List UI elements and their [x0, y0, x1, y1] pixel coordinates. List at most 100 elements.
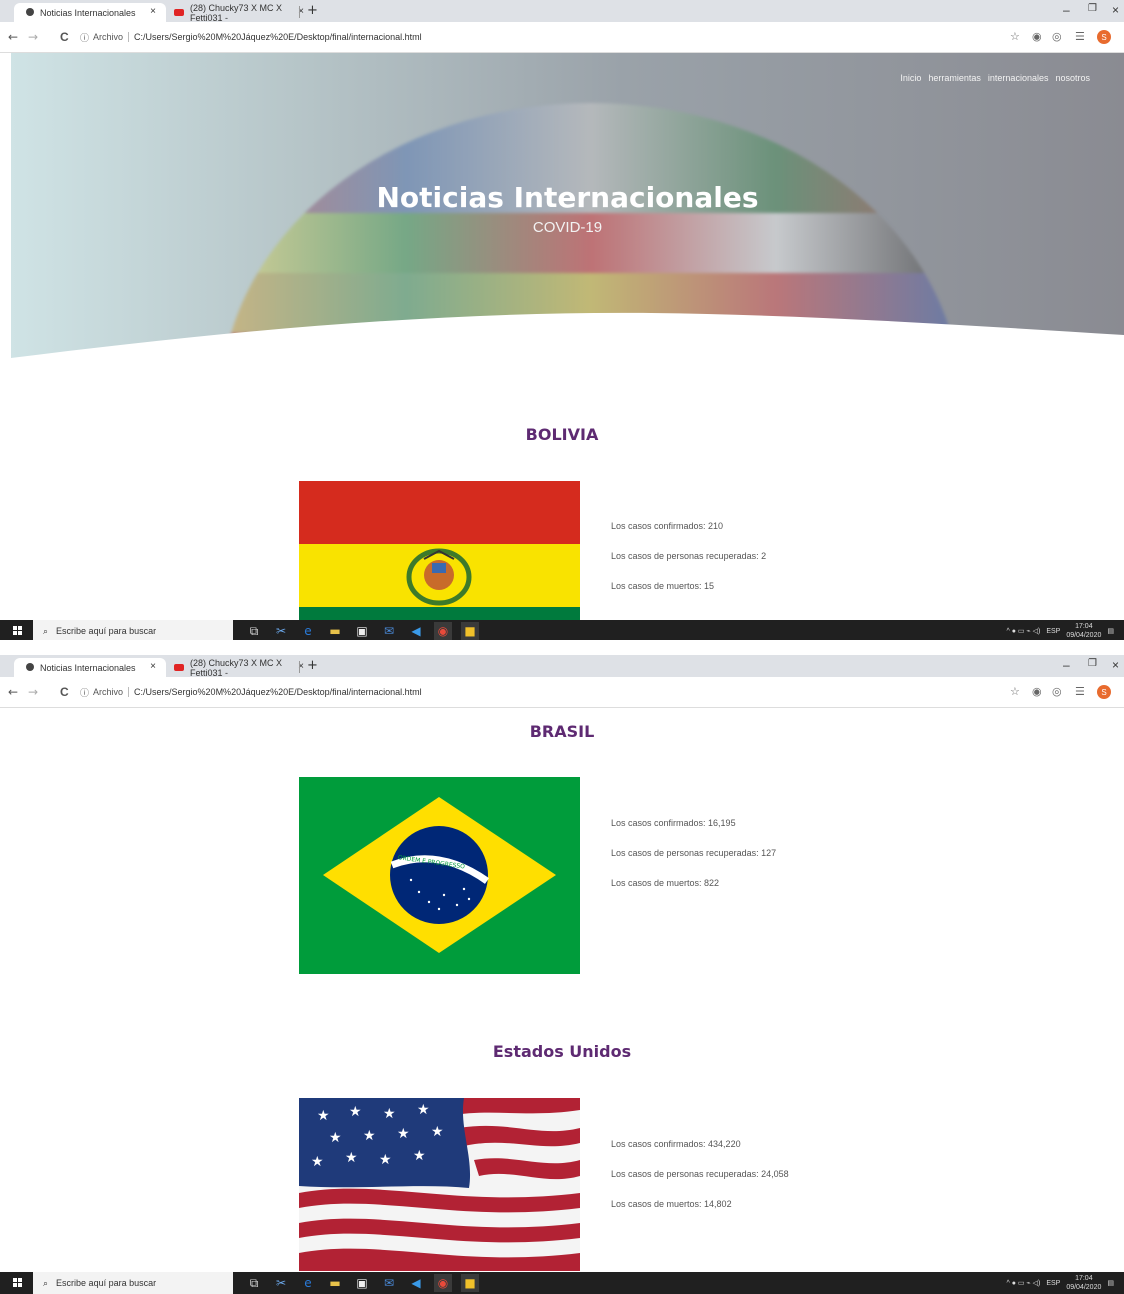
- mail-icon[interactable]: ✉: [380, 622, 398, 640]
- mail-icon[interactable]: ✉: [380, 1274, 398, 1292]
- nav-link-nosotros[interactable]: nosotros: [1055, 73, 1090, 83]
- tab-divider: [299, 6, 300, 18]
- extension-icon[interactable]: ◎: [1052, 685, 1062, 698]
- confirmed-cases: Los casos confirmados: 434,220: [611, 1139, 741, 1149]
- maximize-icon[interactable]: ❐: [1088, 3, 1097, 14]
- minimize-icon[interactable]: –: [1063, 658, 1070, 672]
- tab-noticias[interactable]: Noticias Internacionales ×: [14, 3, 166, 22]
- nav-link-inicio[interactable]: Inicio: [900, 73, 921, 83]
- svg-text:★: ★: [383, 1106, 396, 1122]
- url-bar[interactable]: ⓘ Archivo C:/Users/Sergio%20M%20Jáquez%2…: [80, 25, 960, 49]
- info-icon[interactable]: ⓘ: [80, 686, 89, 699]
- recovered-cases: Los casos de personas recuperadas: 2: [611, 551, 767, 561]
- reading-list-icon[interactable]: ☰: [1075, 30, 1085, 43]
- svg-text:★: ★: [431, 1124, 444, 1140]
- new-tab-button[interactable]: +: [307, 658, 318, 673]
- taskbar-apps: ⧉ ✂ e ▬ ▣ ✉ ◀ ◉ ■: [245, 622, 479, 640]
- close-window-icon[interactable]: ×: [1112, 3, 1119, 17]
- time: 17:04: [1075, 1275, 1093, 1282]
- back-icon[interactable]: ←: [8, 30, 18, 44]
- windows-start-icon[interactable]: [13, 1278, 23, 1288]
- file-explorer-icon[interactable]: ▬: [326, 1274, 344, 1292]
- close-icon[interactable]: ×: [150, 6, 156, 17]
- site-favicon-icon: [26, 663, 34, 671]
- youtube-icon: [174, 664, 184, 671]
- taskbar-apps: ⧉ ✂ e ▬ ▣ ✉ ◀ ◉ ■: [245, 1274, 479, 1292]
- tab-youtube[interactable]: (28) Chucky73 X MC X Fetti031 - ×: [164, 3, 314, 23]
- sticky-notes-icon[interactable]: ■: [461, 1274, 479, 1292]
- task-view-icon[interactable]: ⧉: [245, 1274, 263, 1292]
- chrome-icon[interactable]: ◉: [434, 622, 452, 640]
- tab-youtube[interactable]: (28) Chucky73 X MC X Fetti031 - ×: [164, 658, 314, 678]
- windows-taskbar: ⌕ Escribe aquí para buscar ⧉ ✂ e ▬ ▣ ✉ ◀…: [0, 1272, 1124, 1294]
- svg-text:★: ★: [413, 1148, 426, 1164]
- vscode-icon[interactable]: ◀: [407, 622, 425, 640]
- file-explorer-icon[interactable]: ▬: [326, 622, 344, 640]
- wave-divider: [11, 312, 1124, 363]
- edge-icon[interactable]: e: [299, 1274, 317, 1292]
- windows-start-icon[interactable]: [13, 626, 23, 636]
- forward-icon[interactable]: →: [28, 685, 38, 699]
- search-icon: ⌕: [43, 1277, 49, 1288]
- tray-icons[interactable]: ^ ● ▭ ⌁ ◁): [1006, 627, 1040, 635]
- search-icon: ⌕: [43, 625, 49, 636]
- close-window-icon[interactable]: ×: [1112, 658, 1119, 672]
- browser-tab-bar: Noticias Internacionales × (28) Chucky73…: [0, 655, 1124, 678]
- youtube-icon: [174, 9, 184, 16]
- address-bar: ← → C ⓘ Archivo C:/Users/Sergio%20M%20Já…: [0, 22, 1124, 53]
- task-view-icon[interactable]: ⧉: [245, 622, 263, 640]
- svg-text:★: ★: [349, 1104, 362, 1120]
- snip-icon[interactable]: ✂: [272, 622, 290, 640]
- forward-icon[interactable]: →: [28, 30, 38, 44]
- avatar[interactable]: S: [1097, 685, 1111, 699]
- star-icon[interactable]: ☆: [1010, 685, 1020, 698]
- nav-link-internacionales[interactable]: internacionales: [988, 73, 1049, 83]
- new-tab-button[interactable]: +: [307, 3, 318, 18]
- hero-banner: Inicio herramientas internacionales noso…: [11, 53, 1124, 363]
- extension-icon[interactable]: ◉: [1032, 685, 1042, 698]
- back-icon[interactable]: ←: [8, 685, 18, 699]
- notifications-icon[interactable]: ▤: [1107, 1279, 1114, 1287]
- reload-icon[interactable]: C: [60, 685, 69, 699]
- chrome-icon[interactable]: ◉: [434, 1274, 452, 1292]
- system-tray: ^ ● ▭ ⌁ ◁) ESP 17:04 09/04/2020 ▤: [1006, 1272, 1114, 1294]
- minimize-icon[interactable]: –: [1063, 3, 1070, 17]
- reload-icon[interactable]: C: [60, 30, 69, 44]
- edge-icon[interactable]: e: [299, 622, 317, 640]
- recovered-cases: Los casos de personas recuperadas: 127: [611, 848, 777, 858]
- extension-icon[interactable]: ◎: [1052, 30, 1062, 43]
- reading-list-icon[interactable]: ☰: [1075, 685, 1085, 698]
- usa-flag-image: ★ ★ ★ ★ ★ ★ ★ ★ ★ ★ ★ ★: [299, 1098, 580, 1271]
- store-icon[interactable]: ▣: [353, 1274, 371, 1292]
- notifications-icon[interactable]: ▤: [1107, 627, 1114, 635]
- taskbar-search-input[interactable]: ⌕ Escribe aquí para buscar: [33, 620, 233, 640]
- language-indicator[interactable]: ESP: [1046, 1280, 1060, 1287]
- tab-noticias[interactable]: Noticias Internacionales ×: [14, 658, 166, 677]
- tab-label: Noticias Internacionales: [40, 7, 136, 18]
- maximize-icon[interactable]: ❐: [1088, 658, 1097, 669]
- time: 17:04: [1075, 623, 1093, 630]
- recovered-cases: Los casos de personas recuperadas: 24,05…: [611, 1169, 789, 1179]
- vscode-icon[interactable]: ◀: [407, 1274, 425, 1292]
- clock[interactable]: 17:04 09/04/2020: [1066, 1274, 1101, 1292]
- taskbar-search-input[interactable]: ⌕ Escribe aquí para buscar: [33, 1272, 233, 1294]
- avatar[interactable]: S: [1097, 30, 1111, 44]
- snip-icon[interactable]: ✂: [272, 1274, 290, 1292]
- svg-text:★: ★: [363, 1128, 376, 1144]
- tray-icons[interactable]: ^ ● ▭ ⌁ ◁): [1006, 1279, 1040, 1287]
- site-favicon-icon: [26, 8, 34, 16]
- info-icon[interactable]: ⓘ: [80, 31, 89, 44]
- close-icon[interactable]: ×: [150, 661, 156, 672]
- sticky-notes-icon[interactable]: ■: [461, 622, 479, 640]
- store-icon[interactable]: ▣: [353, 622, 371, 640]
- nav-link-herramientas[interactable]: herramientas: [928, 73, 981, 83]
- extension-icon[interactable]: ◉: [1032, 30, 1042, 43]
- url-bar[interactable]: ⓘ Archivo C:/Users/Sergio%20M%20Jáquez%2…: [80, 680, 960, 704]
- svg-text:★: ★: [317, 1108, 330, 1124]
- windows-taskbar: ⌕ Escribe aquí para buscar ⧉ ✂ e ▬ ▣ ✉ ◀…: [0, 620, 1124, 640]
- svg-text:★: ★: [417, 1102, 430, 1118]
- language-indicator[interactable]: ESP: [1046, 628, 1060, 635]
- clock[interactable]: 17:04 09/04/2020: [1066, 622, 1101, 640]
- top-navigation: Inicio herramientas internacionales noso…: [900, 73, 1090, 83]
- star-icon[interactable]: ☆: [1010, 30, 1020, 43]
